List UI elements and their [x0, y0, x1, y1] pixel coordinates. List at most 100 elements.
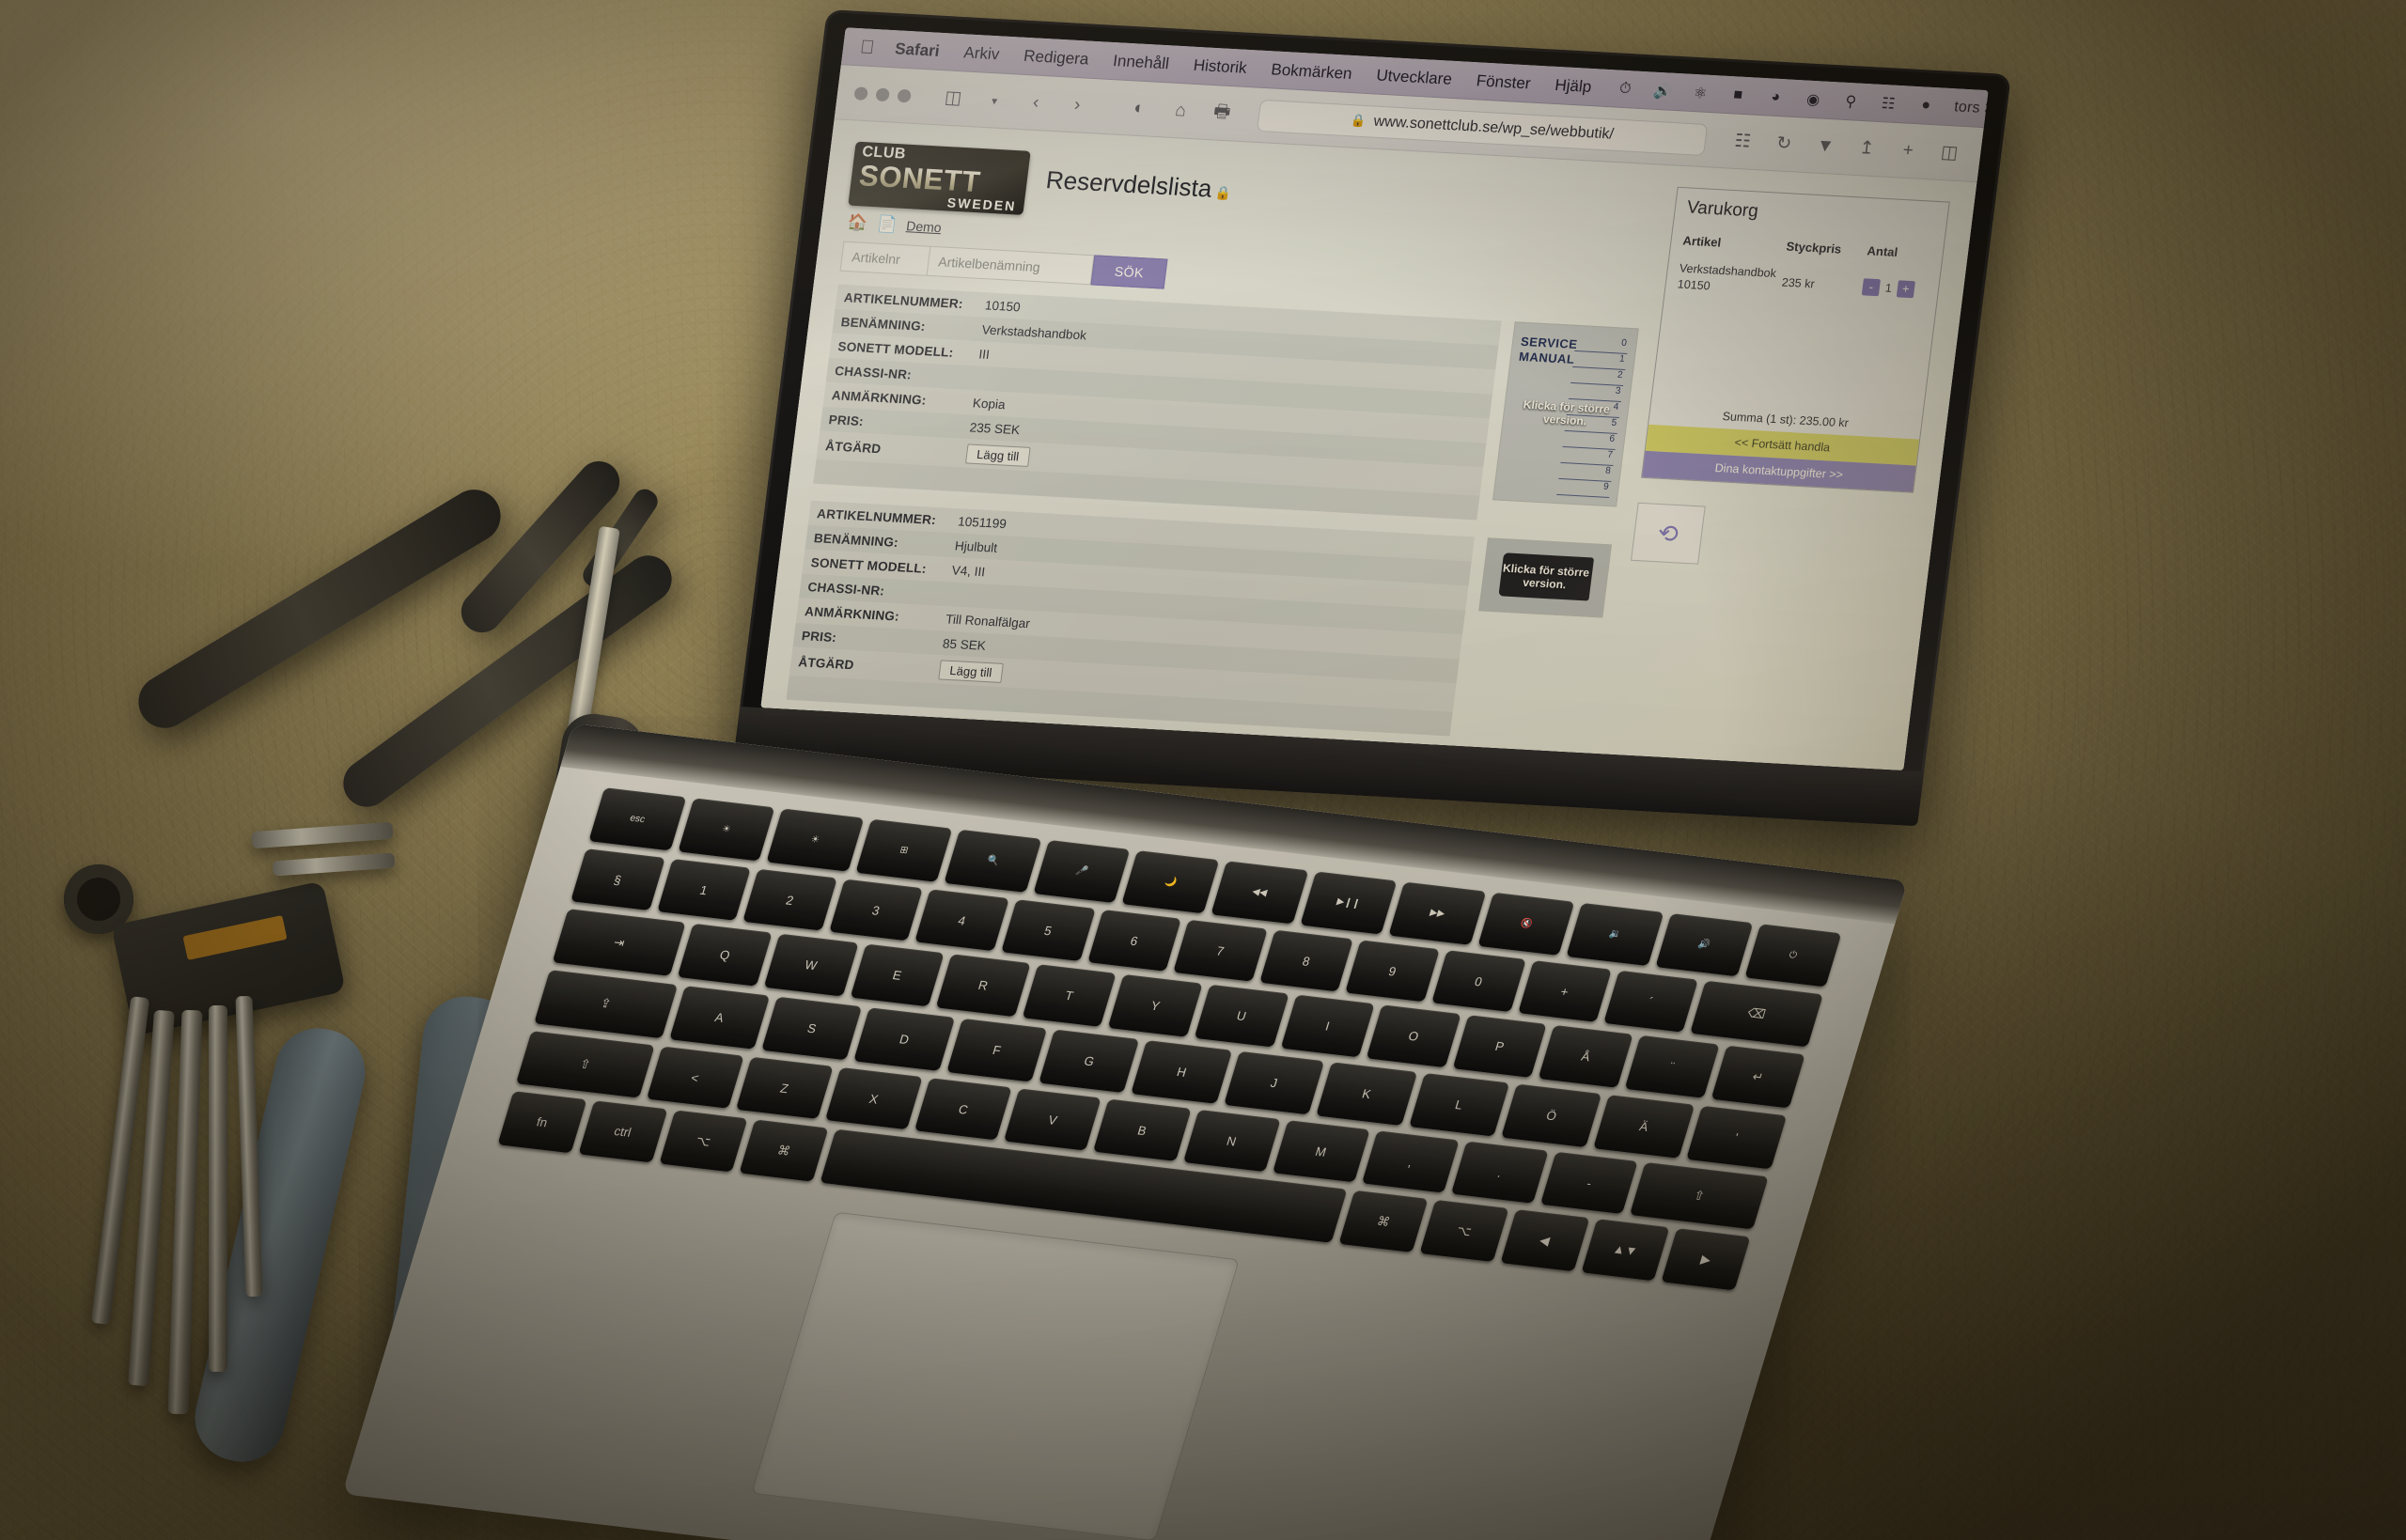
key-t[interactable]: T — [1022, 964, 1117, 1027]
key-comma[interactable]: , — [1361, 1130, 1460, 1193]
key-6[interactable]: 6 — [1086, 909, 1182, 972]
quantity-decrease-button[interactable]: - — [1861, 278, 1882, 297]
key-1[interactable]: 1 — [656, 858, 752, 922]
key-acute[interactable]: ´ — [1603, 970, 1698, 1034]
key-m[interactable]: M — [1272, 1119, 1370, 1183]
key-power[interactable]: ⏻ — [1743, 924, 1842, 988]
printer-icon[interactable]: 🖶 — [1206, 98, 1238, 128]
key-4[interactable]: 4 — [914, 889, 1009, 952]
recaptcha-icon[interactable]: ⟲ — [1631, 502, 1706, 565]
key-f10[interactable]: 🔇 — [1477, 892, 1575, 956]
siri-icon[interactable]: ● — [1915, 97, 1936, 115]
key-z[interactable]: Z — [735, 1056, 834, 1120]
menu-item-fonster[interactable]: Fönster — [1476, 71, 1532, 93]
home-icon[interactable]: ⌂ — [1164, 96, 1196, 126]
spotlight-search-icon[interactable]: ⚲ — [1840, 92, 1862, 112]
sidebar-icon[interactable]: ◫ — [937, 84, 969, 114]
tab-overview-icon[interactable]: ◫ — [1933, 138, 1965, 168]
key-odiaeresis[interactable]: Ö — [1501, 1083, 1602, 1147]
key-e[interactable]: E — [850, 943, 945, 1007]
key-f5[interactable]: 🎤 — [1033, 839, 1131, 903]
key-i[interactable]: I — [1280, 994, 1375, 1058]
key-command-left[interactable]: ⌘ — [739, 1119, 829, 1182]
key-x[interactable]: X — [824, 1066, 923, 1130]
key-3[interactable]: 3 — [828, 879, 924, 941]
forward-arrow-icon[interactable]: › — [1061, 90, 1093, 120]
key-u[interactable]: U — [1194, 985, 1289, 1048]
menu-item-utvecklare[interactable]: Utvecklare — [1375, 66, 1453, 88]
key-g[interactable]: G — [1039, 1029, 1140, 1093]
key-n[interactable]: N — [1182, 1109, 1281, 1173]
product-thumbnail[interactable]: Klicka för större version. — [1478, 537, 1612, 618]
key-command-right[interactable]: ⌘ — [1338, 1190, 1429, 1252]
key-shift-left[interactable]: ⇧ — [515, 1030, 655, 1098]
add-to-cart-button[interactable]: Lägg till — [938, 659, 1004, 683]
back-arrow-icon[interactable]: ‹ — [1020, 87, 1052, 117]
zoom-window-button[interactable] — [897, 88, 913, 102]
key-arrow-updown[interactable]: ▲▼ — [1580, 1219, 1670, 1282]
menu-item-redigera[interactable]: Redigera — [1023, 47, 1089, 70]
key-p[interactable]: P — [1452, 1015, 1547, 1079]
key-shift-right[interactable]: ⇧ — [1630, 1161, 1769, 1230]
document-icon[interactable]: 📄 — [876, 214, 898, 234]
club-sonett-logo[interactable]: CLUB SONETT SWEDEN — [848, 141, 1031, 215]
key-adiaeresis[interactable]: Ä — [1593, 1095, 1695, 1159]
reader-view-icon[interactable]: ☷ — [1726, 127, 1758, 157]
key-8[interactable]: 8 — [1258, 929, 1354, 992]
apple-logo-icon[interactable]:  — [859, 37, 876, 58]
key-v[interactable]: V — [1004, 1088, 1102, 1152]
wifi-icon[interactable]: ◕ — [1765, 88, 1786, 106]
key-f3[interactable]: ⊞ — [855, 818, 953, 882]
key-diaeresis[interactable]: ¨ — [1624, 1035, 1720, 1098]
close-window-button[interactable] — [853, 86, 869, 101]
key-a[interactable]: A — [668, 986, 771, 1050]
key-w[interactable]: W — [763, 934, 859, 997]
battery-icon[interactable]: ■ — [1727, 86, 1748, 104]
key-o[interactable]: O — [1366, 1004, 1461, 1068]
key-h[interactable]: H — [1131, 1040, 1233, 1104]
user-account-icon[interactable]: ◉ — [1803, 89, 1824, 109]
demo-link[interactable]: Demo — [905, 218, 942, 235]
key-option-left[interactable]: ⌥ — [658, 1110, 748, 1173]
bluetooth-icon[interactable]: ⚛ — [1690, 84, 1711, 103]
key-f12[interactable]: 🔊 — [1655, 913, 1753, 976]
menu-item-bokmarken[interactable]: Bokmärken — [1270, 60, 1352, 84]
control-center-icon[interactable]: ☷ — [1878, 94, 1899, 114]
key-fn[interactable]: fn — [497, 1091, 587, 1154]
key-5[interactable]: 5 — [1000, 898, 1096, 962]
downloads-icon[interactable]: ▼ — [1809, 132, 1841, 162]
key-plus[interactable]: + — [1517, 959, 1613, 1023]
search-button[interactable]: SÖK — [1090, 255, 1168, 289]
key-q[interactable]: Q — [677, 924, 773, 987]
key-aring[interactable]: Å — [1538, 1025, 1633, 1088]
menu-item-historik[interactable]: Historik — [1193, 56, 1248, 78]
key-less-than[interactable]: < — [646, 1046, 744, 1110]
menu-item-innehall[interactable]: Innehåll — [1112, 52, 1170, 73]
key-d[interactable]: D — [853, 1007, 955, 1071]
key-r[interactable]: R — [935, 954, 1031, 1018]
window-traffic-lights[interactable] — [853, 86, 913, 102]
key-arrow-left[interactable]: ◀ — [1500, 1209, 1589, 1272]
key-k[interactable]: K — [1316, 1062, 1417, 1126]
menu-item-arkiv[interactable]: Arkiv — [962, 43, 1000, 64]
key-backspace[interactable]: ⌫ — [1689, 980, 1824, 1048]
key-f1[interactable]: ☀ — [677, 798, 775, 862]
key-f[interactable]: F — [945, 1018, 1048, 1082]
time-machine-icon[interactable]: ⏱ — [1615, 80, 1635, 98]
key-f4[interactable]: 🔍 — [944, 829, 1042, 893]
key-f7[interactable]: ◀◀ — [1211, 861, 1309, 925]
key-return[interactable]: ↵ — [1711, 1045, 1805, 1109]
key-f8[interactable]: ▶❙❙ — [1300, 871, 1398, 935]
search-input-artikelnr[interactable]: Artikelnr — [839, 241, 930, 276]
key-y[interactable]: Y — [1107, 974, 1203, 1037]
key-f6[interactable]: 🌙 — [1121, 850, 1220, 913]
key-2[interactable]: 2 — [742, 868, 837, 931]
key-capslock[interactable]: ⇪ — [534, 970, 678, 1038]
key-j[interactable]: J — [1224, 1050, 1325, 1115]
key-hyphen[interactable]: - — [1539, 1151, 1639, 1215]
key-9[interactable]: 9 — [1345, 940, 1440, 1003]
search-input-artikelbenamning[interactable]: Artikelbenämning — [926, 245, 1095, 286]
key-0[interactable]: 0 — [1430, 949, 1526, 1013]
key-f9[interactable]: ▶▶ — [1388, 881, 1487, 945]
minimize-window-button[interactable] — [875, 86, 891, 101]
